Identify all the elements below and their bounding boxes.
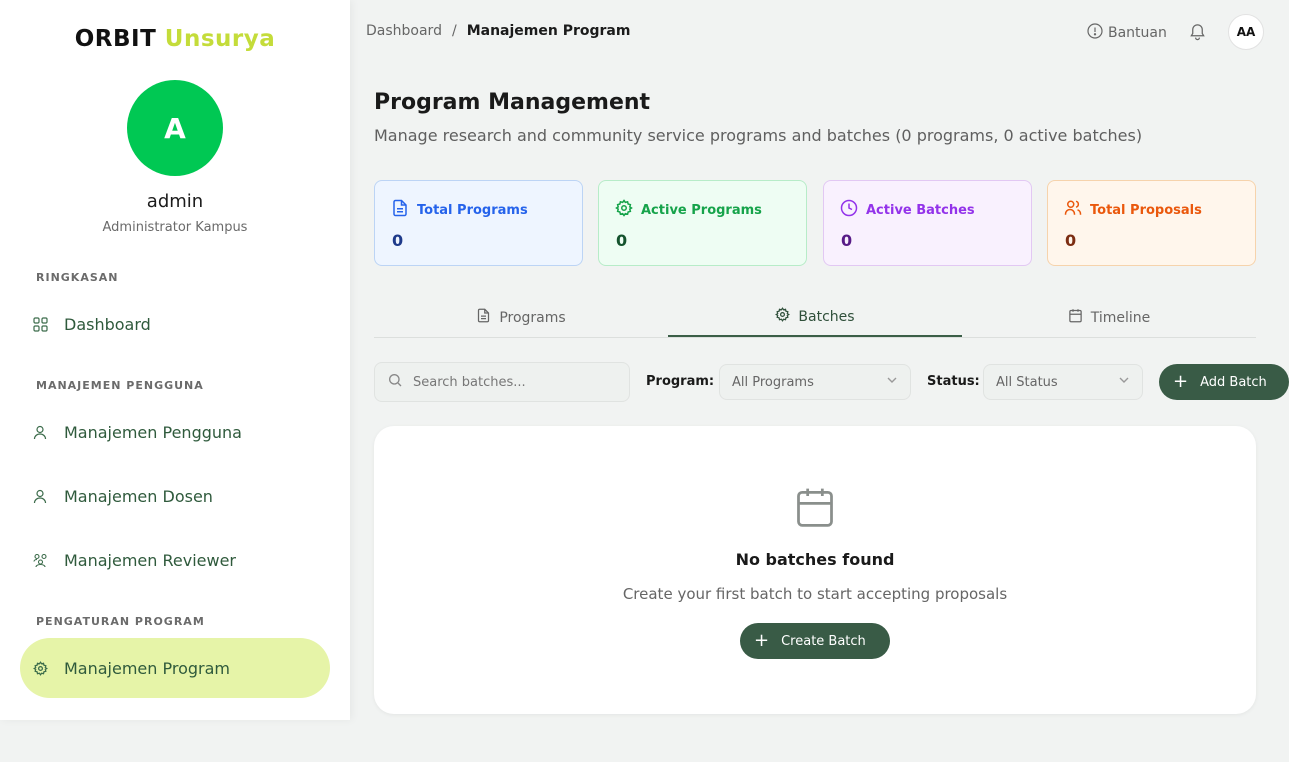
sidebar-item-label: Manajemen Pengguna — [64, 422, 242, 442]
create-batch-label: Create Batch — [781, 633, 866, 649]
status-filter-label: Status: — [927, 374, 980, 389]
user-icon — [32, 488, 48, 504]
help-link[interactable]: Bantuan — [1087, 23, 1167, 43]
help-label: Bantuan — [1108, 25, 1167, 41]
tab-label: Timeline — [1090, 309, 1151, 326]
brand-logo: ORBIT Unsurya — [0, 26, 350, 52]
sidebar: ORBIT Unsurya A admin Administrator Kamp… — [0, 0, 350, 720]
empty-state: No batches found Create your first batch… — [374, 426, 1256, 714]
tab-bar: Programs Batches Timeline — [374, 298, 1256, 338]
plus-icon: + — [1173, 371, 1189, 392]
calendar-icon — [793, 484, 837, 534]
stat-card-total-proposals: Total Proposals 0 — [1047, 180, 1256, 266]
document-icon — [476, 308, 499, 327]
breadcrumb-dashboard[interactable]: Dashboard — [366, 23, 442, 39]
add-batch-label: Add Batch — [1200, 374, 1267, 390]
user-name: admin — [146, 191, 204, 212]
search-icon — [387, 372, 403, 392]
grid-icon — [32, 316, 48, 332]
gear-icon — [775, 307, 798, 326]
user-avatar[interactable]: AA — [1228, 14, 1264, 50]
chevron-down-icon — [1118, 374, 1130, 390]
gear-icon — [32, 660, 48, 676]
stat-card-total-programs: Total Programs 0 — [374, 180, 583, 266]
stat-label: Active Batches — [866, 202, 975, 218]
plus-icon: + — [754, 630, 770, 651]
tab-batches[interactable]: Batches — [668, 298, 962, 337]
tab-label: Batches — [798, 308, 855, 325]
search-box — [374, 362, 630, 402]
search-input[interactable] — [413, 374, 613, 390]
section-label-ringkasan: RINGKASAN — [36, 271, 119, 284]
breadcrumb-separator: / — [451, 23, 457, 39]
sidebar-item-manajemen-pengguna[interactable]: Manajemen Pengguna — [20, 402, 330, 462]
page-title: Program Management — [374, 90, 651, 115]
chevron-down-icon — [886, 374, 898, 390]
section-label-manajemen-pengguna: MANAJEMEN PENGGUNA — [36, 379, 204, 392]
sidebar-item-manajemen-reviewer[interactable]: Manajemen Reviewer — [20, 530, 330, 590]
page-subtitle: Manage research and community service pr… — [374, 126, 1143, 145]
sidebar-item-label: Manajemen Dosen — [64, 486, 213, 506]
calendar-icon — [1068, 308, 1091, 327]
tab-programs[interactable]: Programs — [374, 298, 668, 337]
clock-icon — [840, 199, 866, 221]
sidebar-item-manajemen-program[interactable]: Manajemen Program — [20, 638, 330, 698]
sidebar-item-dashboard[interactable]: Dashboard — [20, 294, 330, 354]
stat-card-active-batches: Active Batches 0 — [823, 180, 1032, 266]
tab-label: Programs — [499, 309, 566, 326]
stat-label: Active Programs — [641, 202, 762, 218]
stat-value: 0 — [841, 231, 853, 250]
avatar: A — [127, 80, 223, 176]
empty-message: Create your first batch to start accepti… — [622, 585, 1008, 603]
bell-icon[interactable] — [1188, 22, 1207, 45]
program-select[interactable]: All Programs — [719, 364, 911, 400]
sidebar-item-label: Dashboard — [64, 314, 151, 334]
section-label-pengaturan-program: PENGATURAN PROGRAM — [36, 615, 205, 628]
sidebar-item-label: Manajemen Reviewer — [64, 550, 237, 570]
brand-part1: ORBIT — [74, 26, 157, 52]
status-select-value: All Status — [996, 374, 1058, 390]
stat-value: 0 — [1065, 231, 1077, 250]
breadcrumb-current: Manajemen Program — [466, 23, 631, 39]
tab-timeline[interactable]: Timeline — [962, 298, 1256, 337]
user-icon — [32, 424, 48, 440]
users-network-icon — [32, 552, 48, 568]
stat-card-active-programs: Active Programs 0 — [598, 180, 807, 266]
stat-value: 0 — [616, 231, 628, 250]
create-batch-button[interactable]: + Create Batch — [740, 623, 890, 659]
info-icon — [1087, 23, 1108, 43]
stat-value: 0 — [392, 231, 404, 250]
stat-label: Total Proposals — [1090, 202, 1202, 218]
add-batch-button[interactable]: + Add Batch — [1159, 364, 1289, 400]
stat-label: Total Programs — [417, 202, 528, 218]
breadcrumb: Dashboard / Manajemen Program — [366, 23, 630, 39]
gear-icon — [615, 199, 641, 221]
users-icon — [1064, 199, 1090, 221]
document-icon — [391, 199, 417, 221]
sidebar-item-manajemen-dosen[interactable]: Manajemen Dosen — [20, 466, 330, 526]
program-select-value: All Programs — [732, 374, 814, 390]
status-select[interactable]: All Status — [983, 364, 1143, 400]
user-role: Administrator Kampus — [102, 220, 248, 235]
sidebar-item-label: Manajemen Program — [64, 658, 231, 678]
empty-title: No batches found — [735, 550, 895, 569]
program-filter-label: Program: — [646, 374, 715, 389]
brand-part2: Unsurya — [164, 26, 276, 52]
